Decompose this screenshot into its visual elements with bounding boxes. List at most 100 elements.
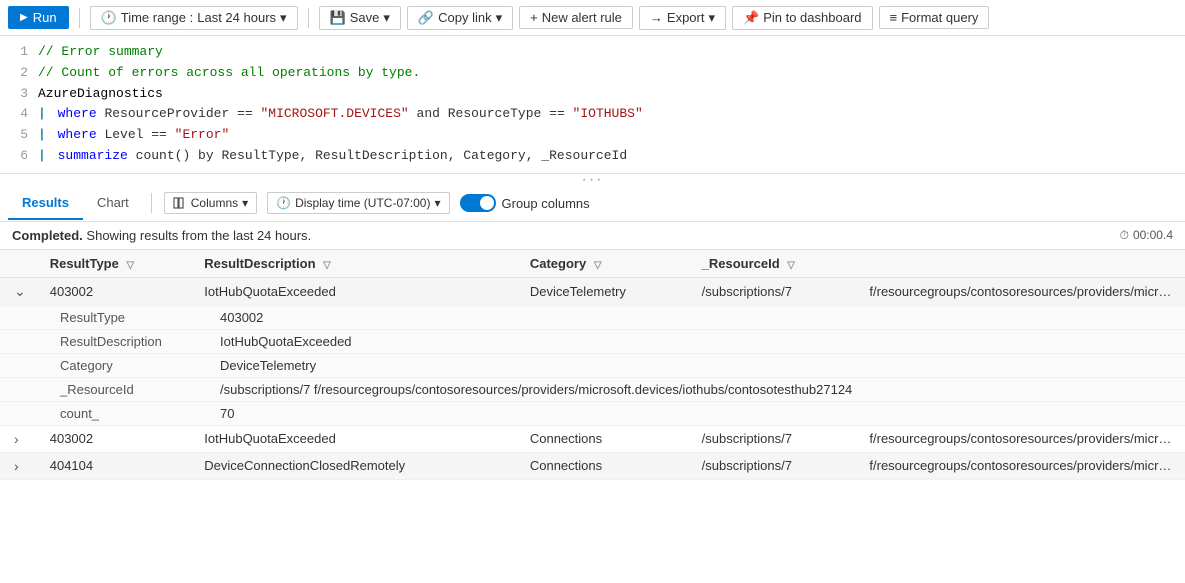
code-editor[interactable]: 1 // Error summary 2 // Count of errors … — [0, 36, 1185, 174]
tab-chart[interactable]: Chart — [83, 187, 143, 220]
table-cell: DeviceTelemetry — [520, 277, 692, 305]
table-cell: /subscriptions/7 — [692, 425, 860, 452]
table-row: 404104DeviceConnectionClosedRemotelyConn… — [0, 452, 1185, 479]
columns-label: Columns — [191, 196, 238, 210]
status-detail: Showing results from the last 24 hours. — [86, 228, 311, 243]
expanded-key: ResultType — [60, 310, 220, 325]
code-line-2: 2 // Count of errors across all operatio… — [0, 63, 1185, 84]
code-plain-5a: Level == — [104, 127, 174, 142]
chevron-down-icon-save: ▾ — [383, 10, 390, 26]
resize-handle[interactable]: ··· — [0, 174, 1185, 186]
line-number-2: 2 — [8, 63, 28, 84]
results-table-container[interactable]: ResultType ▽ ResultDescription ▽ Categor… — [0, 250, 1185, 480]
new-alert-button[interactable]: + New alert rule — [519, 6, 633, 29]
copy-link-button[interactable]: 🔗 Copy link ▾ — [407, 6, 513, 30]
display-time-button[interactable]: 🕐 Display time (UTC-07:00) ▾ — [267, 192, 449, 214]
filter-icon-category[interactable]: ▽ — [594, 260, 602, 271]
group-columns-toggle[interactable]: Group columns — [460, 194, 590, 212]
chevron-down-icon-time: ▾ — [434, 196, 440, 210]
run-label: Run — [33, 10, 57, 25]
filter-icon-resource-id[interactable]: ▽ — [787, 260, 795, 271]
expanded-cell: CategoryDeviceTelemetry — [0, 353, 1185, 377]
string-devices: "MICROSOFT.DEVICES" — [260, 106, 408, 121]
table-cell: /subscriptions/7 — [692, 277, 860, 305]
export-icon: → — [650, 10, 663, 25]
filter-icon-result-type[interactable]: ▽ — [126, 260, 134, 271]
table-row: 403002IotHubQuotaExceededConnections/sub… — [0, 425, 1185, 452]
code-line-5: 5 | where Level == "Error" — [0, 125, 1185, 146]
format-button[interactable]: ≡ Format query — [879, 6, 990, 29]
expanded-value: DeviceTelemetry — [220, 358, 316, 373]
code-plain-4b: and ResourceType == — [417, 106, 573, 121]
code-line4-content: | where ResourceProvider == "MICROSOFT.D… — [38, 104, 1177, 125]
tab-controls: Columns ▾ 🕐 Display time (UTC-07:00) ▾ G… — [164, 192, 590, 214]
table-cell: IotHubQuotaExceeded — [194, 277, 520, 305]
time-range-button[interactable]: 🕐 Time range : Last 24 hours ▾ — [90, 6, 298, 30]
expand-cell[interactable] — [0, 425, 40, 452]
code-table-name: AzureDiagnostics — [38, 84, 1177, 105]
line-number-5: 5 — [8, 125, 28, 146]
col-result-type[interactable]: ResultType ▽ — [40, 250, 195, 278]
save-button[interactable]: 💾 Save ▾ — [319, 6, 401, 30]
clock-icon-small: 🕐 — [276, 196, 291, 210]
format-icon: ≡ — [890, 10, 898, 25]
code-comment-1: // Error summary — [38, 42, 1177, 63]
expand-cell[interactable] — [0, 277, 40, 305]
results-tbody: 403002IotHubQuotaExceededDeviceTelemetry… — [0, 277, 1185, 479]
time-range-value: Last 24 hours — [197, 10, 276, 25]
status-message: Completed. Showing results from the last… — [12, 228, 311, 243]
expanded-detail-row: ResultType403002 — [0, 305, 1185, 329]
code-plain-6: count() by ResultType, ResultDescription… — [136, 148, 627, 163]
export-button[interactable]: → Export ▾ — [639, 6, 726, 30]
chevron-down-icon-columns: ▾ — [242, 196, 248, 210]
expanded-detail-row: count_70 — [0, 401, 1185, 425]
pin-icon: 📌 — [743, 10, 759, 26]
table-cell: f/resourcegroups/contosoresources/provid… — [859, 452, 1185, 479]
string-iothubs: "IOTHUBS" — [573, 106, 643, 121]
expanded-key: count_ — [60, 406, 220, 421]
table-cell: f/resourcegroups/contosoresources/provid… — [859, 277, 1185, 305]
expanded-key: ResultDescription — [60, 334, 220, 349]
save-icon: 💾 — [330, 10, 346, 26]
expanded-value: IotHubQuotaExceeded — [220, 334, 352, 349]
summarize-keyword: summarize — [58, 148, 136, 163]
expand-cell[interactable] — [0, 452, 40, 479]
table-cell: DeviceConnectionClosedRemotely — [194, 452, 520, 479]
code-plain-4a: ResourceProvider == — [104, 106, 260, 121]
table-cell: /subscriptions/7 — [692, 452, 860, 479]
expand-button[interactable] — [10, 431, 23, 447]
expanded-value: /subscriptions/7 f/resourcegroups/contos… — [220, 382, 852, 397]
expanded-cell: ResultDescriptionIotHubQuotaExceeded — [0, 329, 1185, 353]
play-icon: ▶ — [20, 12, 28, 23]
expanded-cell: ResultType403002 — [0, 305, 1185, 329]
line-number-4: 4 — [8, 104, 28, 125]
code-line-1: 1 // Error summary — [0, 42, 1185, 63]
expand-button[interactable] — [10, 283, 30, 300]
expand-button[interactable] — [10, 458, 23, 474]
columns-button[interactable]: Columns ▾ — [164, 192, 257, 214]
col-resource-id[interactable]: _ResourceId ▽ — [692, 250, 860, 278]
col-category[interactable]: Category ▽ — [520, 250, 692, 278]
plus-icon: + — [530, 10, 538, 25]
line-number-3: 3 — [8, 84, 28, 105]
table-cell: 403002 — [40, 425, 195, 452]
run-button[interactable]: ▶ Run — [8, 6, 69, 29]
tabs-divider — [151, 193, 152, 213]
tab-results[interactable]: Results — [8, 187, 83, 220]
chevron-down-icon-export: ▾ — [708, 10, 715, 26]
table-cell: f/resourcegroups/contosoresources/provid… — [859, 425, 1185, 452]
col-extra — [859, 250, 1185, 278]
code-line6-content: | summarize count() by ResultType, Resul… — [38, 146, 1177, 167]
pipe-4: | — [38, 106, 46, 121]
status-time: ⏱ 00:00.4 — [1120, 228, 1173, 243]
pin-button[interactable]: 📌 Pin to dashboard — [732, 6, 872, 30]
table-cell: Connections — [520, 452, 692, 479]
timer-icon: ⏱ — [1120, 228, 1129, 243]
col-result-desc[interactable]: ResultDescription ▽ — [194, 250, 520, 278]
pipe-5: | — [38, 127, 46, 142]
expanded-key: Category — [60, 358, 220, 373]
string-error: "Error" — [175, 127, 230, 142]
filter-icon-result-desc[interactable]: ▽ — [323, 260, 331, 271]
expanded-detail-row: CategoryDeviceTelemetry — [0, 353, 1185, 377]
toolbar: ▶ Run 🕐 Time range : Last 24 hours ▾ 💾 S… — [0, 0, 1185, 36]
